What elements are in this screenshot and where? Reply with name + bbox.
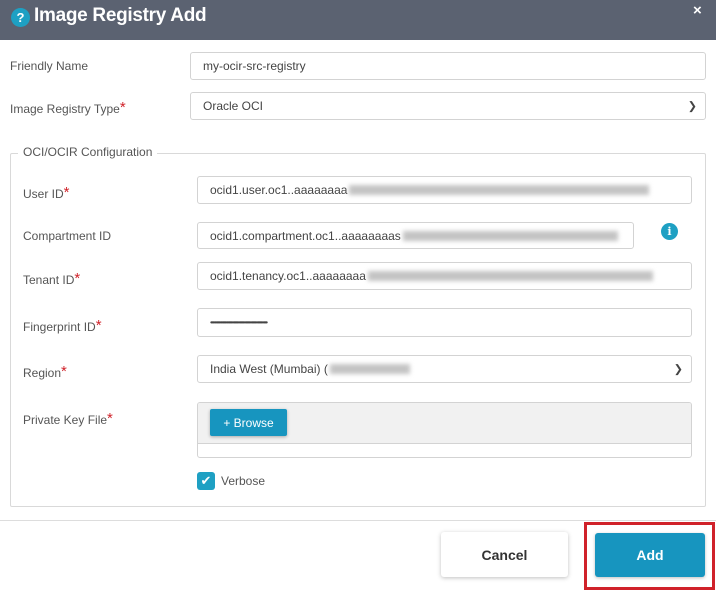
fingerprint-id-input[interactable]: ••••••••••••••••••••••••••••••••••••••••… xyxy=(197,308,692,337)
user-id-label: User ID* xyxy=(23,184,70,201)
add-button-highlight xyxy=(584,522,715,590)
label-text: Private Key File xyxy=(23,413,108,427)
label-text: Friendly Name xyxy=(10,59,89,73)
required-marker: * xyxy=(63,184,70,201)
redacted-text xyxy=(402,230,618,241)
user-id-input[interactable]: ocid1.user.oc1..aaaaaaaa xyxy=(197,176,692,204)
required-marker: * xyxy=(74,270,81,287)
required-marker: * xyxy=(95,317,102,334)
label-text: Image Registry Type xyxy=(10,102,120,116)
chevron-down-icon: ❯ xyxy=(687,100,697,113)
required-marker: * xyxy=(61,363,67,380)
required-marker: * xyxy=(119,99,126,116)
verbose-label: Verbose xyxy=(221,474,266,488)
input-value: my-ocir-src-registry xyxy=(203,59,306,73)
label-text: Compartment ID xyxy=(23,229,112,243)
redacted-text xyxy=(329,364,410,374)
fingerprint-id-label: Fingerprint ID* xyxy=(23,317,102,334)
label-text: User ID xyxy=(23,187,64,201)
select-value: Oracle OCI xyxy=(203,99,264,113)
redacted-text xyxy=(367,271,653,281)
cancel-button[interactable]: Cancel xyxy=(441,532,568,577)
footer-divider xyxy=(0,520,716,521)
label-text: Region xyxy=(23,366,62,380)
oci-config-legend: OCI/OCIR Configuration xyxy=(18,145,158,159)
private-key-label: Private Key File* xyxy=(23,410,113,427)
compartment-id-label: Compartment ID xyxy=(23,229,111,243)
region-label: Region* xyxy=(23,363,67,380)
select-value: India West (Mumbai) ( xyxy=(210,362,328,376)
dialog-title: Image Registry Add xyxy=(34,5,207,26)
input-value: ocid1.tenancy.oc1..aaaaaaaa xyxy=(210,269,366,283)
friendly-name-label: Friendly Name xyxy=(10,59,88,73)
info-icon[interactable]: i xyxy=(661,223,678,240)
label-text: Tenant ID xyxy=(23,273,75,287)
close-icon[interactable]: × xyxy=(693,2,702,19)
help-icon[interactable]: ? xyxy=(11,8,30,27)
input-value: ocid1.compartment.oc1..aaaaaaaas xyxy=(210,228,401,243)
redacted-text xyxy=(349,185,650,195)
verbose-checkbox[interactable]: ✔ xyxy=(197,472,215,490)
input-value: ••••••••••••••••••••••••••••••••••••••••… xyxy=(210,318,268,327)
registry-type-select[interactable]: Oracle OCI ❯ xyxy=(190,92,706,120)
region-select[interactable]: India West (Mumbai) ( ❯ xyxy=(197,355,692,383)
chevron-down-icon: ❯ xyxy=(673,363,683,376)
required-marker: * xyxy=(107,410,113,427)
browse-button[interactable]: + Browse xyxy=(210,409,287,436)
friendly-name-input[interactable]: my-ocir-src-registry xyxy=(190,52,706,80)
tenant-id-label: Tenant ID* xyxy=(23,270,81,287)
label-text: Fingerprint ID xyxy=(23,320,96,334)
tenant-id-input[interactable]: ocid1.tenancy.oc1..aaaaaaaa xyxy=(197,262,692,290)
compartment-id-input[interactable]: ocid1.compartment.oc1..aaaaaaaas xyxy=(197,222,634,249)
registry-type-label: Image Registry Type* xyxy=(10,99,126,116)
input-value: ocid1.user.oc1..aaaaaaaa xyxy=(210,183,348,197)
